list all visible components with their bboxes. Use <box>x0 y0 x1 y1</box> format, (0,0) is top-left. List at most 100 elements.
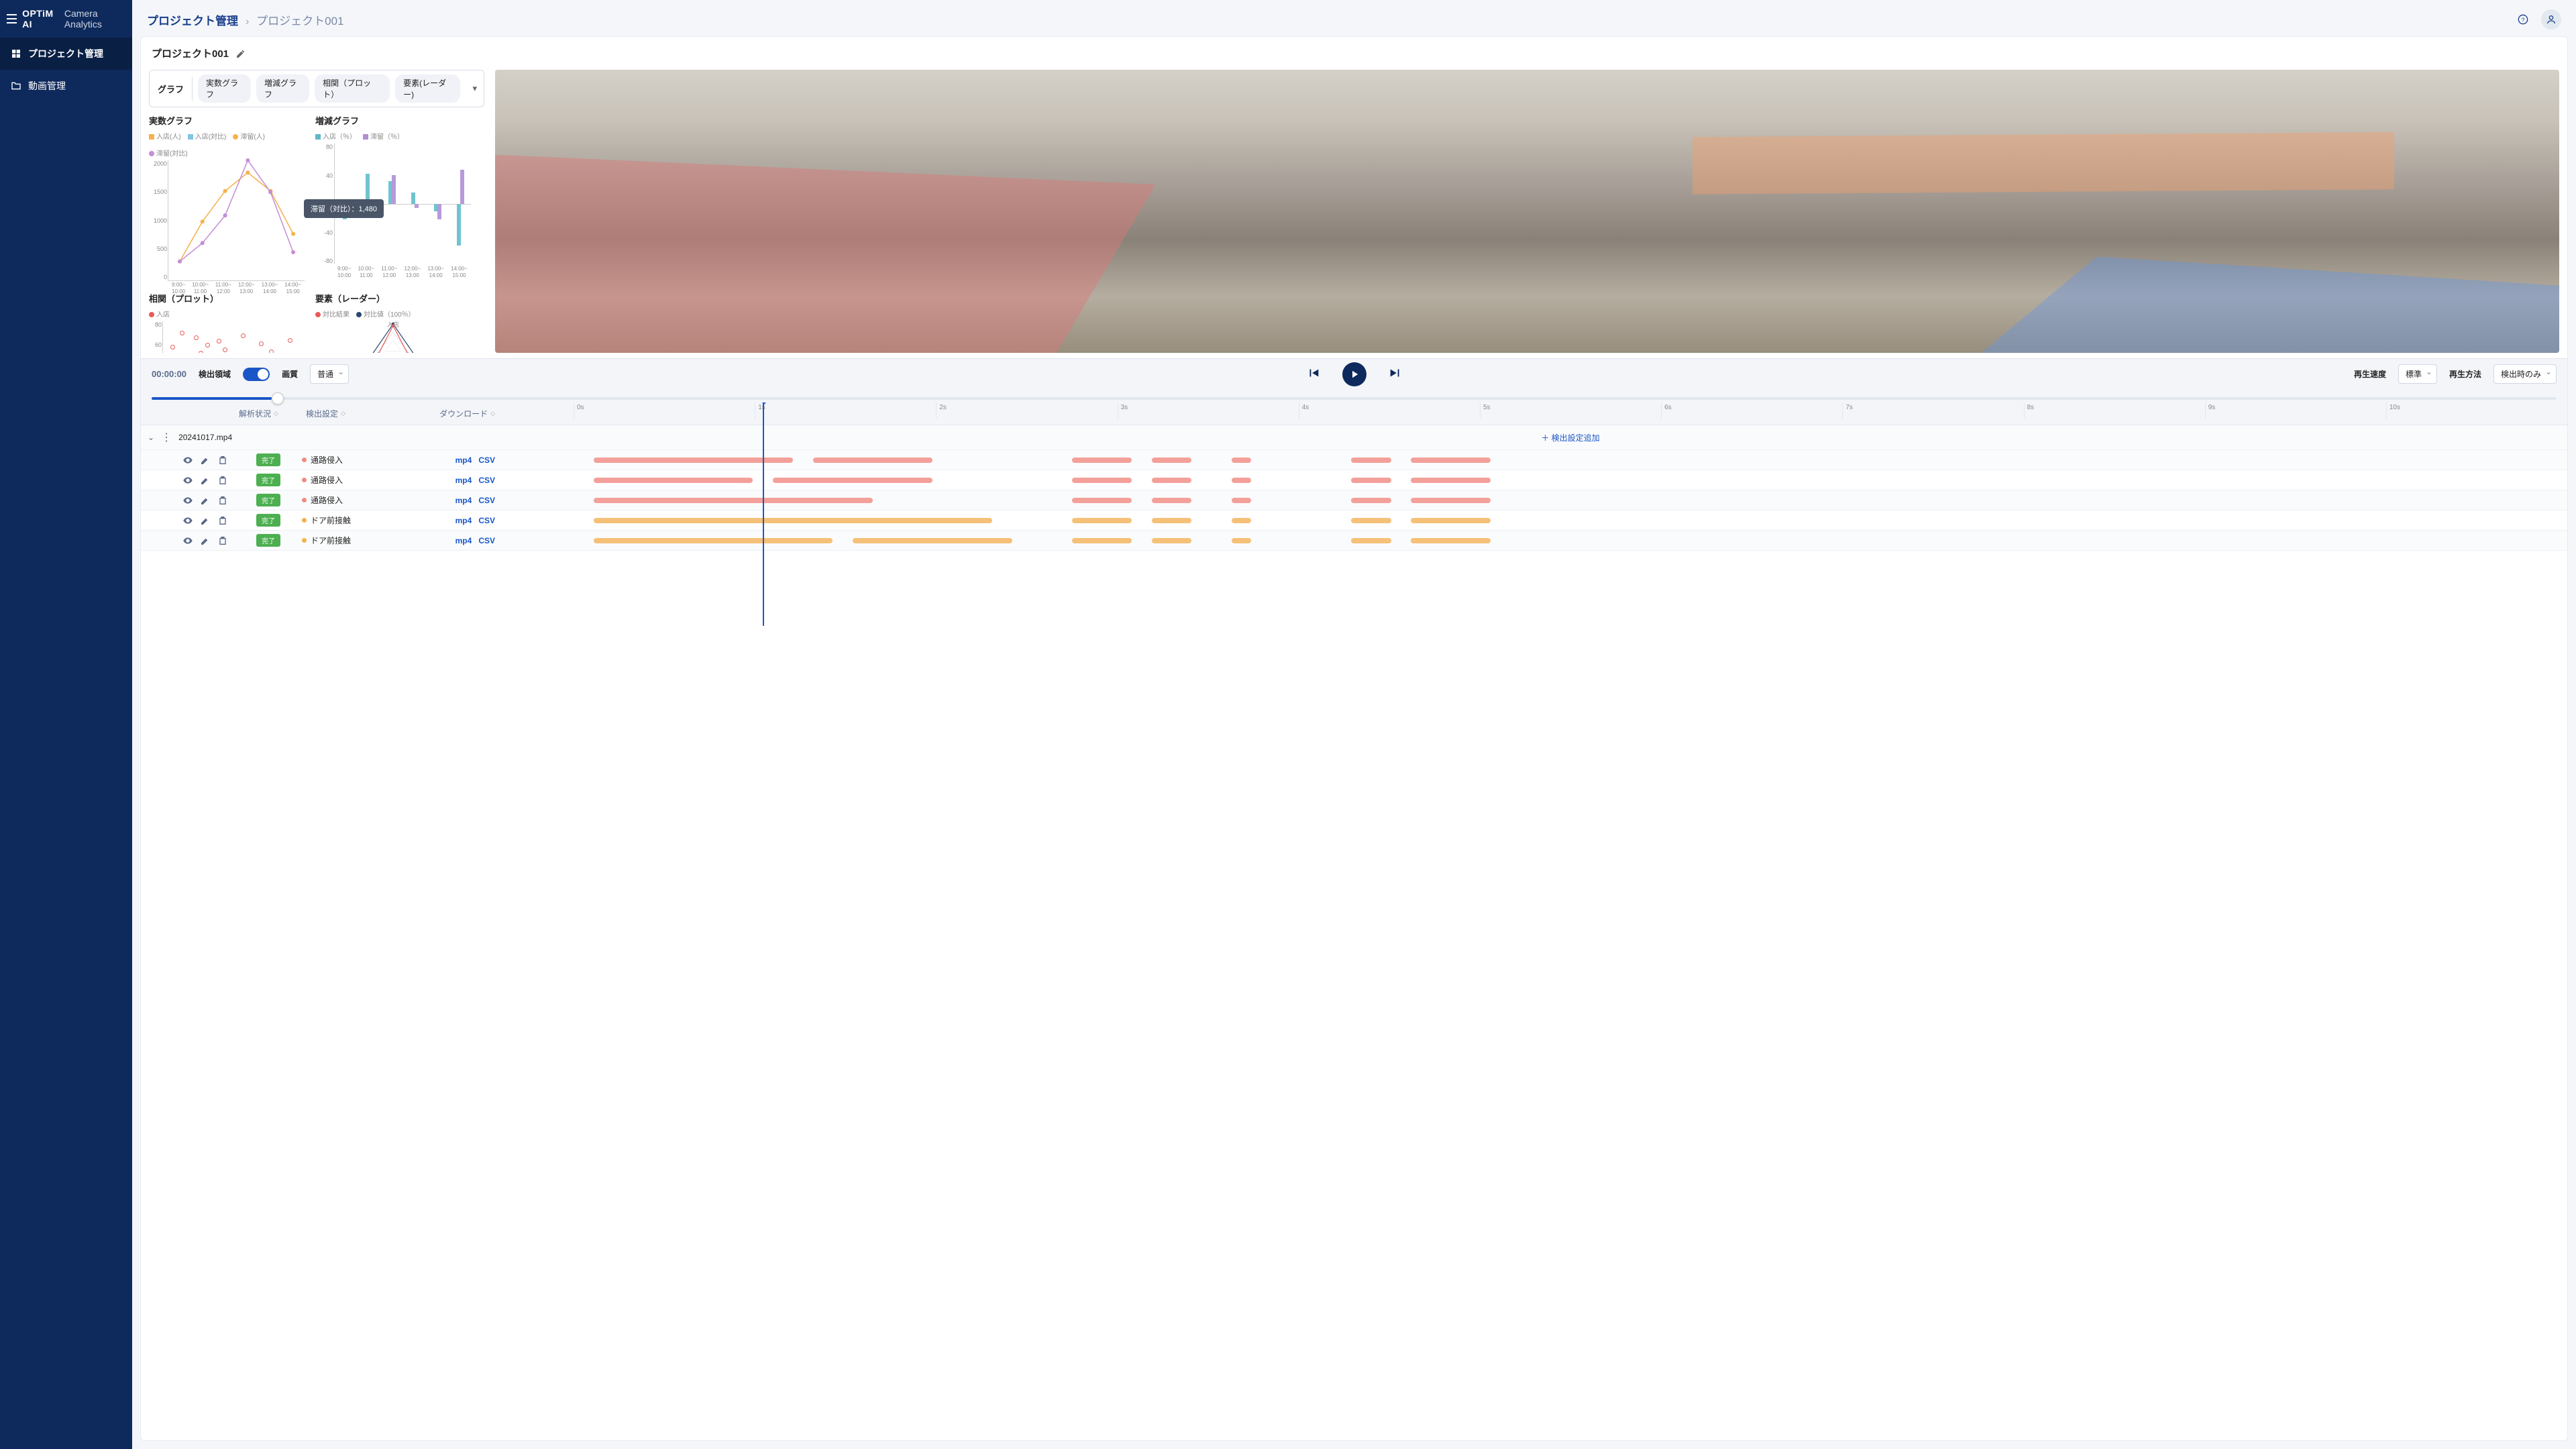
segment[interactable] <box>1232 478 1252 483</box>
detection-region-red[interactable] <box>495 155 1156 353</box>
grid-icon <box>11 48 21 59</box>
segment[interactable] <box>594 518 992 523</box>
sidebar-item-project[interactable]: プロジェクト管理 <box>0 38 132 70</box>
chip-radar[interactable]: 要素(レーダー) <box>395 74 460 103</box>
edit-icon[interactable] <box>235 48 246 59</box>
segment[interactable] <box>1232 458 1252 463</box>
delete-icon[interactable] <box>217 455 228 466</box>
chart-title: 増減グラフ <box>315 114 471 127</box>
eye-icon[interactable] <box>182 535 193 546</box>
chart-plot: 806040 <box>162 321 305 353</box>
delete-icon[interactable] <box>217 495 228 506</box>
segment[interactable] <box>1152 458 1191 463</box>
more-icon[interactable]: ⋮ <box>161 431 172 444</box>
quality-select[interactable]: 普通 <box>310 364 349 384</box>
delete-icon[interactable] <box>217 535 228 546</box>
segment[interactable] <box>1411 458 1491 463</box>
edit-icon[interactable] <box>200 455 211 466</box>
chart-scatter: 相関（プロット） 入店 806040 <box>149 292 305 353</box>
detect-label: ドア前接触 <box>311 515 351 526</box>
segment[interactable] <box>1072 478 1132 483</box>
segment[interactable] <box>1152 538 1191 543</box>
chip-delta[interactable]: 増減グラフ <box>256 74 309 103</box>
menu-icon[interactable] <box>7 14 17 23</box>
add-detection-button[interactable]: ＋ 検出設定追加 <box>1541 432 1599 443</box>
segment[interactable] <box>1351 458 1391 463</box>
chipbar-dropdown-icon[interactable]: ▾ <box>466 83 484 94</box>
mode-select[interactable]: 検出時のみ <box>2493 364 2557 384</box>
segment[interactable] <box>813 458 932 463</box>
segment[interactable] <box>1411 538 1491 543</box>
download-mp4[interactable]: mp4 <box>455 516 472 525</box>
help-icon[interactable]: ? <box>2513 9 2533 30</box>
chart-title: 実数グラフ <box>149 114 305 127</box>
expand-icon[interactable]: ⌄ <box>148 433 154 442</box>
sidebar-item-video[interactable]: 動画管理 <box>0 70 132 102</box>
skip-next-icon[interactable] <box>1388 366 1403 382</box>
table-row: 完了通路侵入mp4CSV <box>141 490 2567 511</box>
edit-icon[interactable] <box>200 475 211 486</box>
chipbar-label: グラフ <box>150 77 193 101</box>
chip-real[interactable]: 実数グラフ <box>198 74 251 103</box>
breadcrumb-root[interactable]: プロジェクト管理 <box>147 15 238 28</box>
x-axis: 9:00~ 10:0010:00~ 11:0011:00~ 12:0012:00… <box>334 264 471 278</box>
segment[interactable] <box>1152 498 1191 503</box>
th-download[interactable]: ダウンロード◇ <box>409 402 503 425</box>
segment[interactable] <box>594 498 873 503</box>
download-mp4[interactable]: mp4 <box>455 536 472 545</box>
edit-icon[interactable] <box>200 535 211 546</box>
segment[interactable] <box>594 478 753 483</box>
segment[interactable] <box>1351 498 1391 503</box>
speed-label: 再生速度 <box>2354 368 2386 380</box>
segment[interactable] <box>1072 518 1132 523</box>
skip-prev-icon[interactable] <box>1306 366 1321 382</box>
th-status[interactable]: 解析状況◇ <box>235 402 302 425</box>
player-bar: 00:00:00 検出領域 画質 普通 再生速度 標準 再生方法 検出時のみ <box>141 358 2567 389</box>
eye-icon[interactable] <box>182 455 193 466</box>
play-button[interactable] <box>1342 362 1366 386</box>
speed-select[interactable]: 標準 <box>2398 364 2437 384</box>
detection-region-orange[interactable] <box>1693 132 2394 195</box>
line-overlay <box>168 160 305 283</box>
segment[interactable] <box>1411 498 1491 503</box>
segment[interactable] <box>1232 518 1252 523</box>
edit-icon[interactable] <box>200 515 211 526</box>
segment[interactable] <box>1072 498 1132 503</box>
download-csv[interactable]: CSV <box>478 516 495 525</box>
sidebar-item-label: 動画管理 <box>28 79 66 93</box>
scrub-bar[interactable] <box>141 389 2567 402</box>
download-csv[interactable]: CSV <box>478 455 495 465</box>
segment[interactable] <box>1232 538 1252 543</box>
delete-icon[interactable] <box>217 475 228 486</box>
segment[interactable] <box>1232 498 1252 503</box>
download-mp4[interactable]: mp4 <box>455 455 472 465</box>
segment[interactable] <box>1351 478 1391 483</box>
segment[interactable] <box>1072 538 1132 543</box>
download-csv[interactable]: CSV <box>478 476 495 485</box>
segment[interactable] <box>1411 518 1491 523</box>
segment[interactable] <box>1411 478 1491 483</box>
edit-icon[interactable] <box>200 495 211 506</box>
segment[interactable] <box>773 478 932 483</box>
segment[interactable] <box>853 538 1012 543</box>
eye-icon[interactable] <box>182 515 193 526</box>
region-toggle[interactable] <box>243 368 270 381</box>
user-avatar-icon[interactable] <box>2541 9 2561 30</box>
segment[interactable] <box>1152 478 1191 483</box>
chip-corr[interactable]: 相関（プロット） <box>315 74 390 103</box>
download-csv[interactable]: CSV <box>478 496 495 505</box>
download-mp4[interactable]: mp4 <box>455 476 472 485</box>
segment[interactable] <box>1351 518 1391 523</box>
download-mp4[interactable]: mp4 <box>455 496 472 505</box>
th-detect[interactable]: 検出設定◇ <box>302 402 409 425</box>
segment[interactable] <box>594 538 833 543</box>
segment[interactable] <box>1351 538 1391 543</box>
segment[interactable] <box>1072 458 1132 463</box>
eye-icon[interactable] <box>182 495 193 506</box>
video-preview[interactable] <box>495 70 2559 353</box>
playhead[interactable] <box>763 402 764 626</box>
delete-icon[interactable] <box>217 515 228 526</box>
eye-icon[interactable] <box>182 475 193 486</box>
download-csv[interactable]: CSV <box>478 536 495 545</box>
segment[interactable] <box>1152 518 1191 523</box>
